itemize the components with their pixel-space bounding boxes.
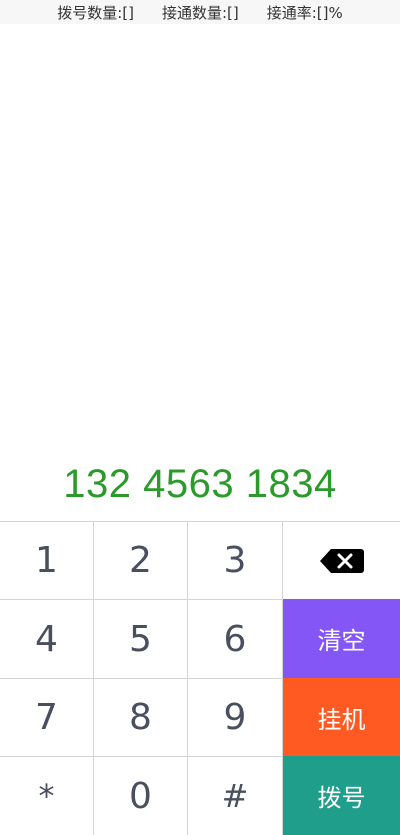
connect-rate-stat: 接通率:[]% bbox=[266, 3, 343, 22]
phone-number-display: 132 4563 1834 bbox=[63, 462, 337, 506]
backspace-button[interactable] bbox=[283, 521, 400, 599]
clear-button[interactable]: 清空 bbox=[283, 599, 400, 678]
key-7[interactable]: 7 bbox=[0, 678, 94, 756]
backspace-icon bbox=[319, 548, 364, 573]
key-5[interactable]: 5 bbox=[94, 599, 188, 678]
key-3[interactable]: 3 bbox=[188, 521, 283, 599]
key-1[interactable]: 1 bbox=[0, 521, 94, 599]
key-6[interactable]: 6 bbox=[188, 599, 283, 678]
key-9[interactable]: 9 bbox=[188, 678, 283, 756]
key-0[interactable]: 0 bbox=[94, 756, 188, 835]
hangup-button[interactable]: 挂机 bbox=[283, 678, 400, 756]
dial-button[interactable]: 拨号 bbox=[283, 756, 400, 835]
key-2[interactable]: 2 bbox=[94, 521, 188, 599]
dial-keypad: 1 2 3 4 5 6 清空 7 8 9 挂机 * 0 # 拨号 bbox=[0, 521, 400, 835]
key-8[interactable]: 8 bbox=[94, 678, 188, 756]
key-hash[interactable]: # bbox=[188, 756, 283, 835]
key-4[interactable]: 4 bbox=[0, 599, 94, 678]
connected-count-stat: 接通数量:[] bbox=[161, 3, 239, 22]
key-star[interactable]: * bbox=[0, 756, 94, 835]
dial-count-stat: 拨号数量:[] bbox=[57, 3, 134, 22]
stats-bar: 拨号数量:[] 接通数量:[] 接通率:[]% bbox=[0, 0, 400, 24]
